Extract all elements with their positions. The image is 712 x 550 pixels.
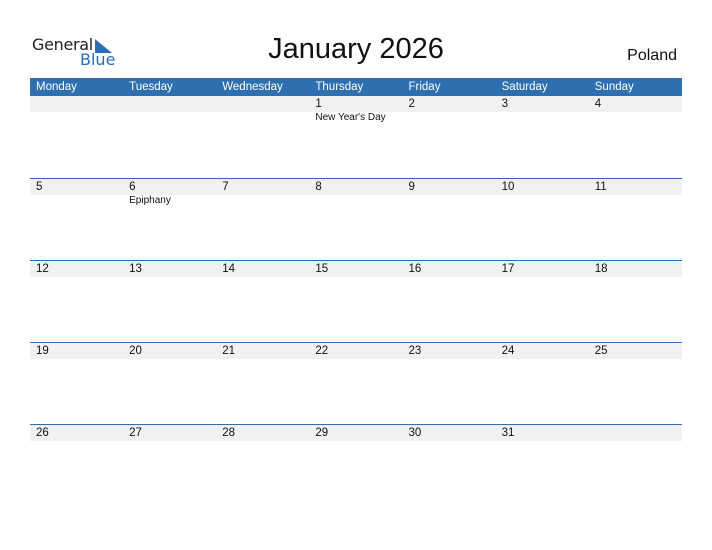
day-number: 21 [222,345,236,357]
holiday-label [30,112,123,124]
day-number: 1 [315,98,322,110]
weekday-friday: Friday [408,81,441,93]
day-number: 26 [36,427,49,439]
day-number-bar: 26 27 28 29 30 31 [30,425,682,441]
weekday-monday: Monday [36,81,77,93]
day-number: 24 [501,345,515,357]
day-number: 7 [222,181,229,193]
day-number: 12 [36,263,49,275]
weekday-tuesday: Tuesday [129,81,173,93]
holiday-label [496,112,589,124]
day-number: 6 [129,181,136,193]
weekday-thursday: Thursday [315,81,364,93]
weekday-saturday: Saturday [501,81,548,93]
weekday-sunday: Sunday [594,81,634,93]
events-row: Epiphany [30,195,682,207]
day-number: 4 [594,98,602,110]
day-number-bar: 12 13 14 15 16 17 18 [30,261,682,277]
country-label: Poland [627,47,677,64]
day-number: 22 [315,345,329,357]
day-number: 11 [594,181,607,193]
day-number: 15 [315,263,329,275]
week-row: 1 2 3 4 New Year's Day [30,96,682,178]
week-row: 19 20 21 22 23 24 25 [30,342,682,424]
day-number: 29 [315,427,329,439]
day-number: 27 [129,427,142,439]
day-number: 30 [408,427,422,439]
holiday-label [403,195,496,207]
day-number: 5 [36,181,43,193]
day-number: 18 [594,263,608,275]
holiday-label [30,195,123,207]
day-number: 23 [408,345,422,357]
holiday-label [403,112,496,124]
holiday-label [589,112,682,124]
day-number-bar: 1 2 3 4 [30,96,682,112]
holiday-label: New Year's Day [315,112,386,123]
day-number-bar: 5 6 7 8 9 10 11 [30,179,682,195]
holiday-label [496,195,589,207]
week-row: 5 6 7 8 9 10 11 Epiphany [30,178,682,260]
holiday-label [589,195,682,207]
day-number-bar: 19 20 21 22 23 24 25 [30,343,682,359]
calendar-title: January 2026 [268,33,444,65]
day-number: 8 [315,181,322,193]
calendar-grid: Monday Tuesday Wednesday Thursday Friday… [30,78,682,506]
day-number [30,96,123,112]
day-number: 3 [501,98,509,110]
day-number: 20 [129,345,142,357]
events-row: New Year's Day [30,112,682,124]
day-number: 16 [408,263,422,275]
holiday-label [216,195,309,207]
holiday-label [309,195,402,207]
day-number: 31 [501,427,515,439]
day-number: 9 [408,181,415,193]
day-number [216,96,309,112]
day-number: 25 [594,345,608,357]
day-number [123,96,216,112]
weekday-header: Monday Tuesday Wednesday Thursday Friday… [30,78,682,96]
holiday-label: Epiphany [129,195,171,206]
day-number: 14 [222,263,236,275]
day-number [589,425,682,441]
holiday-label [123,112,216,124]
week-row: 26 27 28 29 30 31 [30,424,682,506]
day-number: 19 [36,345,49,357]
day-number: 2 [408,98,415,110]
day-number: 17 [501,263,515,275]
weekday-wednesday: Wednesday [222,81,283,93]
day-number: 13 [129,263,142,275]
week-row: 12 13 14 15 16 17 18 [30,260,682,342]
day-number: 10 [501,181,515,193]
holiday-label [216,112,309,124]
day-number: 28 [222,427,236,439]
